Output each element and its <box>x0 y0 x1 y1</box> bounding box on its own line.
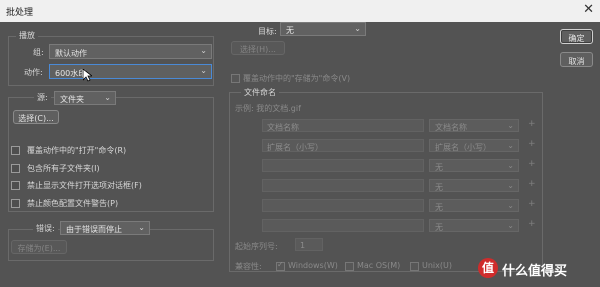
title-bar: 批处理 ✕ <box>0 0 600 22</box>
source-label: 源: <box>34 92 51 103</box>
chevron-down-icon: ⌄ <box>507 201 514 210</box>
override-open-label: 覆盖动作中的"打开"命令(R) <box>27 146 127 155</box>
suppress-color-warnings-label: 禁止颜色配置文件警告(P) <box>27 199 119 208</box>
chevron-down-icon: ⌄ <box>507 121 514 130</box>
naming-select-5[interactable]: 无 ⌄ <box>429 199 519 212</box>
chevron-down-icon: ⌄ <box>200 66 207 75</box>
compat-unix-label: Unix(U) <box>422 261 452 270</box>
add-row-5-icon[interactable]: + <box>528 199 536 209</box>
source-select-value: 文件夹 <box>60 95 84 104</box>
add-row-2-icon[interactable]: + <box>528 139 536 149</box>
play-legend: 播放 <box>16 30 38 41</box>
cancel-button[interactable]: 取消 <box>560 52 593 67</box>
window-title: 批处理 <box>6 8 34 18</box>
compat-windows-label: Windows(W) <box>288 261 338 270</box>
chevron-down-icon: ⌄ <box>354 24 361 33</box>
compat-unix-checkbox[interactable] <box>410 262 419 271</box>
serial-input[interactable]: 1 <box>295 238 323 251</box>
naming-field-2[interactable]: 扩展名（小写） <box>262 139 424 152</box>
naming-field-1[interactable]: 文档名称 <box>262 119 424 132</box>
chevron-down-icon: ⌄ <box>507 141 514 150</box>
suppress-color-warnings-checkbox[interactable] <box>11 199 20 208</box>
mouse-cursor-icon <box>83 69 92 82</box>
chevron-down-icon: ⌄ <box>138 223 145 232</box>
naming-field-4[interactable] <box>262 179 424 192</box>
close-icon[interactable]: ✕ <box>583 2 594 18</box>
add-row-1-icon[interactable]: + <box>528 119 536 129</box>
add-row-3-icon[interactable]: + <box>528 159 536 169</box>
serial-label: 起始序列号: <box>235 242 278 251</box>
errors-select[interactable]: 由于错误而停止 ⌄ <box>60 221 150 235</box>
chevron-down-icon: ⌄ <box>507 221 514 230</box>
set-select[interactable]: 默认动作 ⌄ <box>49 44 212 59</box>
compat-windows-checkbox[interactable] <box>276 260 285 271</box>
naming-example: 示例: 我的文档.gif <box>235 104 301 113</box>
naming-field-5[interactable] <box>262 199 424 212</box>
ok-button[interactable]: 确定 <box>560 29 593 44</box>
action-select-value: 600水印 <box>55 69 87 78</box>
naming-select-6[interactable]: 无 ⌄ <box>429 219 519 232</box>
suppress-open-dialogs-label: 禁止显示文件打开选项对话框(F) <box>27 181 142 190</box>
source-select[interactable]: 文件夹 ⌄ <box>54 91 116 105</box>
chevron-down-icon: ⌄ <box>200 46 207 55</box>
include-subfolders-checkbox[interactable] <box>11 164 20 173</box>
override-save-checkbox[interactable] <box>231 74 240 83</box>
chevron-down-icon: ⌄ <box>104 93 111 102</box>
errors-label: 错误: <box>33 223 58 234</box>
override-save-label: 覆盖动作中的"存储为"命令(V) <box>243 74 351 83</box>
compat-mac-checkbox[interactable] <box>345 262 354 271</box>
smzdm-logo-icon: 值 <box>478 258 498 278</box>
naming-field-6[interactable] <box>262 219 424 232</box>
add-row-6-icon[interactable]: + <box>528 219 536 229</box>
set-select-value: 默认动作 <box>55 49 87 58</box>
naming-select-3[interactable]: 无 ⌄ <box>429 159 519 172</box>
chevron-down-icon: ⌄ <box>507 181 514 190</box>
naming-field-3[interactable] <box>262 159 424 172</box>
errors-save-as-button[interactable]: 存储为(E)... <box>11 240 67 254</box>
override-open-checkbox[interactable] <box>11 146 20 155</box>
add-row-4-icon[interactable]: + <box>528 179 536 189</box>
suppress-open-dialogs-checkbox[interactable] <box>11 181 20 190</box>
source-choose-button[interactable]: 选择(C)... <box>13 110 59 124</box>
include-subfolders-label: 包含所有子文件夹(I) <box>27 164 100 173</box>
action-select[interactable]: 600水印 ⌄ <box>49 64 212 79</box>
set-label: 组: <box>33 48 44 57</box>
chevron-down-icon: ⌄ <box>507 161 514 170</box>
compat-label: 兼容性: <box>235 262 262 271</box>
compat-mac-label: Mac OS(M) <box>357 261 401 270</box>
destination-select[interactable]: 无 ⌄ <box>280 22 366 36</box>
naming-select-4[interactable]: 无 ⌄ <box>429 179 519 192</box>
destination-label: 目标: <box>258 27 277 36</box>
destination-select-value: 无 <box>286 26 294 35</box>
errors-select-value: 由于错误而停止 <box>66 225 122 234</box>
action-label: 动作: <box>24 68 43 77</box>
naming-select-2[interactable]: 扩展名（小写） ⌄ <box>429 139 519 152</box>
destination-choose-button[interactable]: 选择(H)... <box>231 41 285 55</box>
file-naming-legend: 文件命名 <box>241 87 279 98</box>
watermark-text: 什么值得买 <box>502 264 568 279</box>
naming-select-1[interactable]: 文档名称 ⌄ <box>429 119 519 132</box>
